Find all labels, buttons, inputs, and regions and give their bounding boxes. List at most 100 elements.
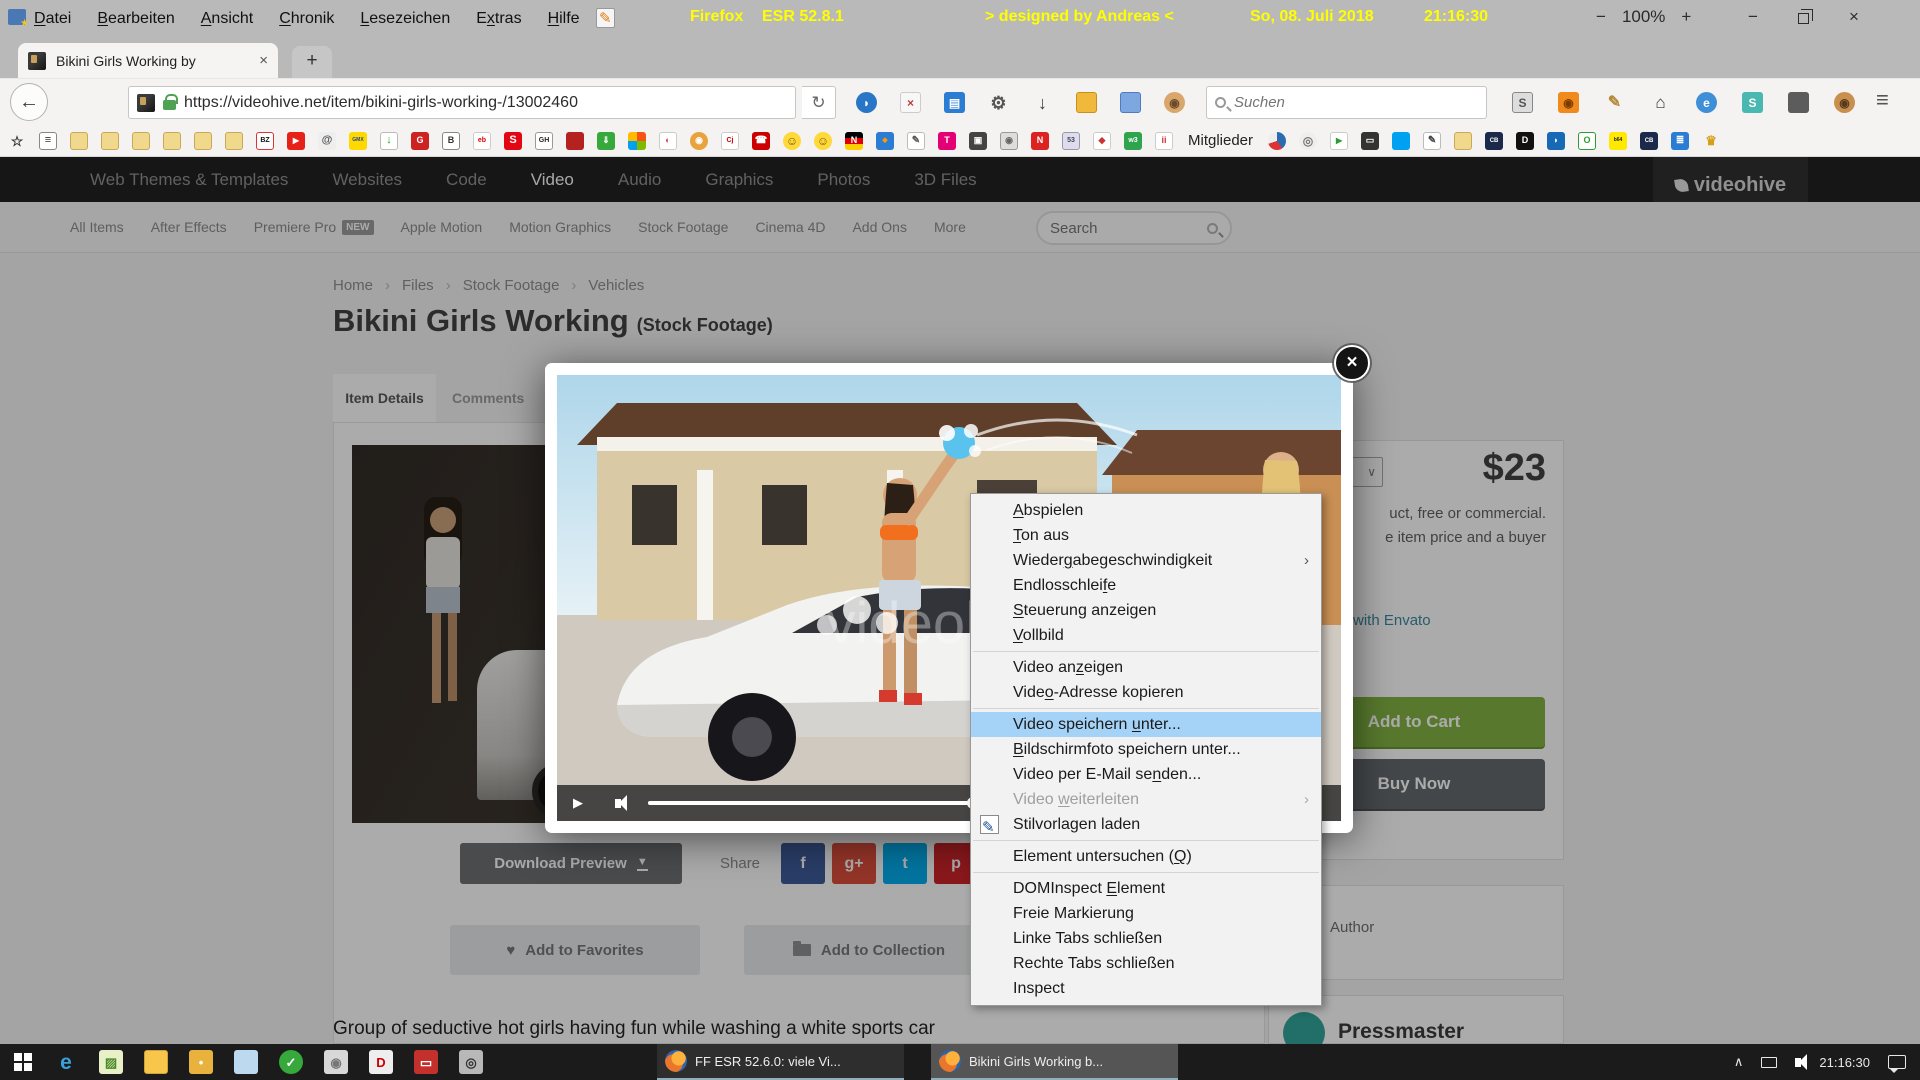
- gear-icon[interactable]: ⚙: [988, 92, 1009, 113]
- greasemonkey-addon-icon[interactable]: ◉: [1834, 92, 1855, 113]
- cj-icon[interactable]: Cj: [721, 132, 739, 150]
- context-menu-item[interactable]: Inspect ›: [971, 976, 1321, 1001]
- gum-icon[interactable]: G: [411, 132, 429, 150]
- cb-1-icon[interactable]: CB: [1485, 132, 1503, 150]
- tray-volume-icon[interactable]: [1795, 1058, 1801, 1067]
- urlbar[interactable]: https://videohive.net/item/bikini-girls-…: [128, 86, 796, 119]
- folder-5-icon[interactable]: [194, 132, 212, 150]
- context-menu-item[interactable]: Steuerung anzeigen ›: [971, 598, 1321, 623]
- at-mail-icon[interactable]: @: [318, 132, 336, 150]
- play-button[interactable]: ▶: [573, 795, 583, 811]
- gmx-icon[interactable]: GMX: [349, 132, 367, 150]
- sparkasse-icon[interactable]: S: [504, 132, 522, 150]
- lightbox-close-button[interactable]: ×: [1334, 345, 1370, 381]
- taskbar-window-1[interactable]: FF ESR 52.6.0: viele Vi...: [657, 1044, 904, 1080]
- explorer-icon[interactable]: [144, 1050, 168, 1074]
- back-button[interactable]: ←: [10, 83, 48, 121]
- menu-item[interactable]: Ansicht: [201, 10, 253, 28]
- list-blue-icon[interactable]: ≣: [1671, 132, 1689, 150]
- speaker-app-icon[interactable]: ◉: [324, 1050, 348, 1074]
- action-center-icon[interactable]: [1888, 1055, 1906, 1069]
- play-green-icon[interactable]: ▶: [1330, 132, 1348, 150]
- context-menu-item[interactable]: Video anzeigen ›: [971, 655, 1321, 680]
- download-green-icon[interactable]: ↓: [380, 132, 398, 150]
- note-app-icon[interactable]: [234, 1050, 258, 1074]
- menu-item[interactable]: Bearbeiten: [97, 10, 174, 28]
- taskbar-window-2[interactable]: Bikini Girls Working b...: [931, 1044, 1178, 1080]
- monitor-app-icon[interactable]: ▭: [414, 1050, 438, 1074]
- context-menu-item[interactable]: Endlosschleife ›: [971, 573, 1321, 598]
- b-circle-icon[interactable]: B: [442, 132, 460, 150]
- folder-1-icon[interactable]: [70, 132, 88, 150]
- restore-button[interactable]: [1798, 13, 1809, 24]
- puzzle-icon[interactable]: ◆: [1093, 132, 1111, 150]
- star-icon[interactable]: ☆: [8, 132, 26, 150]
- german-flag-icon[interactable]: N: [845, 132, 863, 150]
- pie-icon[interactable]: [1268, 132, 1286, 150]
- context-menu-item[interactable]: Freie Markierung ›: [971, 901, 1321, 926]
- car-icon[interactable]: [566, 132, 584, 150]
- close-window-button[interactable]: ×: [1849, 7, 1859, 27]
- download-arrow-icon[interactable]: ↓: [1032, 92, 1053, 113]
- context-menu-item[interactable]: Stilvorlagen laden ›: [971, 812, 1321, 837]
- context-menu-item[interactable]: Abspielen ›: [971, 498, 1321, 523]
- people-icon[interactable]: ii: [1155, 132, 1173, 150]
- edge-icon[interactable]: e: [54, 1050, 78, 1074]
- monkey-addon-icon[interactable]: ◉: [1164, 92, 1185, 113]
- film-icon[interactable]: ▣: [969, 132, 987, 150]
- context-menu-item[interactable]: Video per E-Mail senden... ›: [971, 762, 1321, 787]
- browser-tab[interactable]: Bikini Girls Working by ×: [18, 43, 278, 78]
- figure-addon-icon[interactable]: ×: [900, 92, 921, 113]
- crown-icon[interactable]: ♛: [1702, 132, 1720, 150]
- picture-app-icon[interactable]: ▨: [99, 1050, 123, 1074]
- context-menu-item[interactable]: Video-Adresse kopieren ›: [971, 680, 1321, 705]
- camera-icon[interactable]: ◉: [1000, 132, 1018, 150]
- folder-4-icon[interactable]: [163, 132, 181, 150]
- compass-icon[interactable]: ◐: [659, 132, 677, 150]
- folder-6-icon[interactable]: [225, 132, 243, 150]
- dvb-app-icon[interactable]: D: [369, 1050, 393, 1074]
- download-2-icon[interactable]: ⇓: [597, 132, 615, 150]
- phone-red-icon[interactable]: ☎: [752, 132, 770, 150]
- context-menu-item[interactable]: Video speichern unter... ›: [971, 712, 1321, 737]
- tab-window-addon-icon[interactable]: ▤: [944, 92, 965, 113]
- folder-2-icon[interactable]: [101, 132, 119, 150]
- smiley-2-icon[interactable]: ☺: [814, 132, 832, 150]
- s-teal-addon-icon[interactable]: S: [1742, 92, 1763, 113]
- tray-expand-icon[interactable]: ∧: [1734, 1054, 1744, 1070]
- bookmark-mitglieder[interactable]: Mitglieder: [1188, 132, 1253, 149]
- browser-search-box[interactable]: [1206, 86, 1487, 119]
- tray-clock[interactable]: 21:16:30: [1819, 1055, 1870, 1070]
- context-menu-item[interactable]: Bildschirmfoto speichern unter... ›: [971, 737, 1321, 762]
- camera-app-icon[interactable]: ◎: [459, 1050, 483, 1074]
- edit-pad-icon[interactable]: ✎: [907, 132, 925, 150]
- context-menu-item[interactable]: Linke Tabs schließen ›: [971, 926, 1321, 951]
- zoom-in-button[interactable]: +: [1681, 7, 1691, 27]
- orange-cam-addon-icon[interactable]: ◉: [1558, 92, 1579, 113]
- windows-blue-icon[interactable]: [1392, 132, 1410, 150]
- tab-close-icon[interactable]: ×: [259, 52, 268, 69]
- feather-addon-icon[interactable]: ✎: [1604, 92, 1625, 113]
- key-app-icon[interactable]: •: [189, 1050, 213, 1074]
- menu-item[interactable]: Datei: [34, 10, 71, 28]
- b64-icon[interactable]: b64: [1609, 132, 1627, 150]
- context-menu-item[interactable]: Element untersuchen (Q) ›: [971, 844, 1321, 869]
- tray-display-icon[interactable]: [1761, 1057, 1777, 1068]
- new-tab-button[interactable]: +: [292, 46, 332, 78]
- bird-addon-icon[interactable]: ◗: [856, 92, 877, 113]
- context-menu-item[interactable]: Video weiterleiten ›: [971, 787, 1321, 812]
- ebay-icon[interactable]: eb: [473, 132, 491, 150]
- chrome-icon[interactable]: ◉: [690, 132, 708, 150]
- smiley-1-icon[interactable]: ☺: [783, 132, 801, 150]
- stylish-addon-icon[interactable]: S: [1512, 92, 1533, 113]
- volume-icon[interactable]: [615, 799, 621, 808]
- check-app-icon[interactable]: ✓: [279, 1050, 303, 1074]
- menu-item[interactable]: Hilfe: [548, 10, 580, 28]
- bz-icon[interactable]: BZ: [256, 132, 274, 150]
- menu-hamburger-icon[interactable]: ≡: [1876, 87, 1889, 113]
- home-icon[interactable]: ⌂: [1650, 92, 1671, 113]
- d-black-icon[interactable]: D: [1516, 132, 1534, 150]
- cb-2-icon[interactable]: CB: [1640, 132, 1658, 150]
- context-menu-item[interactable]: Rechte Tabs schließen ›: [971, 951, 1321, 976]
- zoom-out-button[interactable]: −: [1596, 7, 1606, 27]
